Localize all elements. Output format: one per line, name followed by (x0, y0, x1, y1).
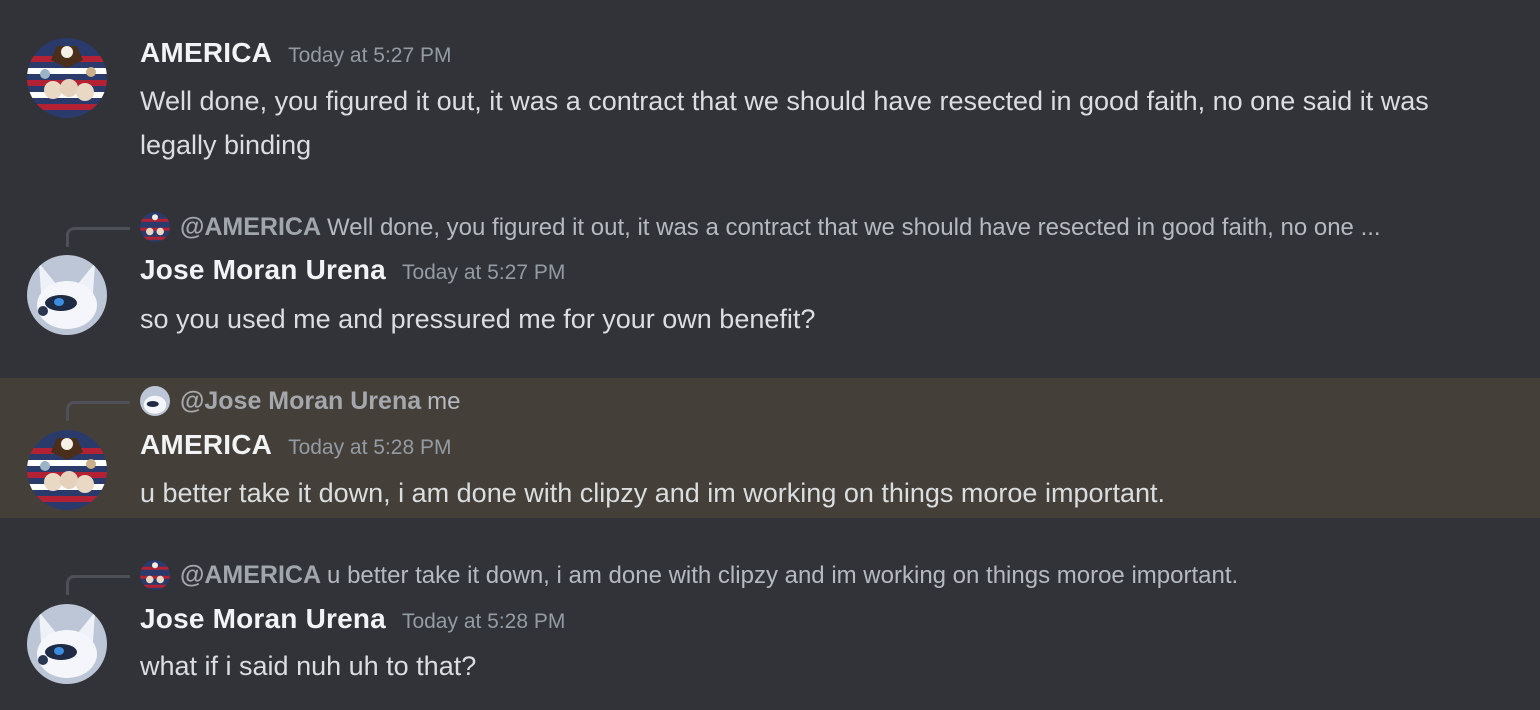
message[interactable]: AMERICA Today at 5:27 PM Well done, you … (0, 0, 1540, 175)
reply-mention[interactable]: @AMERICA (180, 561, 321, 589)
timestamp[interactable]: Today at 5:28 PM (402, 610, 565, 634)
reply-snippet[interactable]: u better take it down, i am done with cl… (327, 562, 1238, 589)
reply-mention[interactable]: @Jose Moran Urena (180, 387, 421, 415)
reply-mention[interactable]: @AMERICA (180, 213, 321, 241)
timestamp[interactable]: Today at 5:27 PM (288, 44, 451, 68)
chat-messages: AMERICA Today at 5:27 PM Well done, you … (0, 0, 1540, 710)
message-content: what if i said nuh uh to that? (140, 651, 477, 681)
america-avatar-small (140, 212, 170, 242)
message-content: u better take it down, i am done with cl… (140, 478, 1165, 508)
america-avatar[interactable] (27, 430, 107, 510)
author-name[interactable]: AMERICA (140, 37, 272, 69)
timestamp[interactable]: Today at 5:28 PM (288, 436, 451, 460)
america-avatar-small (140, 560, 170, 590)
message[interactable]: @AMERICA u better take it down, i am done… (0, 545, 1540, 710)
message-content: so you used me and pressured me for your… (140, 304, 816, 334)
message-content: Well done, you figured it out, it was a … (140, 86, 1429, 160)
author-name[interactable]: Jose Moran Urena (140, 603, 386, 635)
message[interactable]: @AMERICA Well done, you figured it out, i… (0, 195, 1540, 365)
america-avatar[interactable] (27, 38, 107, 118)
reply-preview[interactable]: @Jose Moran Urena me (0, 384, 1540, 421)
reply-spine (66, 575, 130, 595)
jose-avatar-small (140, 386, 170, 416)
jose-avatar[interactable] (27, 604, 107, 684)
author-name[interactable]: AMERICA (140, 429, 272, 461)
reply-spine (66, 401, 130, 421)
reply-spine (66, 227, 130, 247)
reply-snippet[interactable]: me (427, 388, 460, 415)
author-name[interactable]: Jose Moran Urena (140, 254, 386, 286)
reply-snippet[interactable]: Well done, you figured it out, it was a … (327, 214, 1381, 241)
reply-preview[interactable]: @AMERICA u better take it down, i am done… (0, 558, 1540, 595)
jose-avatar[interactable] (27, 255, 107, 335)
timestamp[interactable]: Today at 5:27 PM (402, 261, 565, 285)
reply-preview[interactable]: @AMERICA Well done, you figured it out, i… (0, 210, 1540, 247)
message-highlighted[interactable]: @Jose Moran Urena me AMERICA Today at 5:… (0, 378, 1540, 518)
